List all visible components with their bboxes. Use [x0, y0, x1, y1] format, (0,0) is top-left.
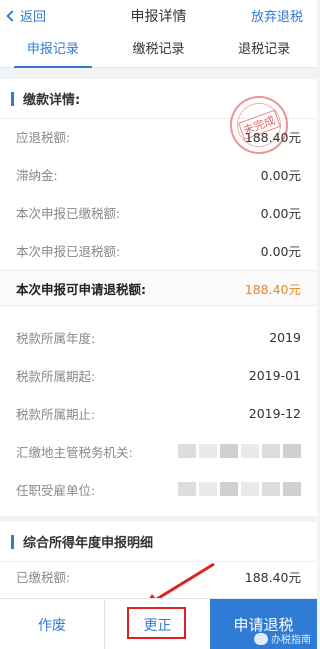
row-label: 汇缴地主管税务机关: [16, 444, 133, 460]
annual-section-title: 综合所得年度申报明细 [23, 536, 154, 551]
correct-button[interactable]: 更正 [105, 599, 210, 649]
row-label: 任职受雇单位: [16, 482, 96, 498]
row-label: 税款所属期止: [16, 406, 96, 422]
row-value: 188.40元 [244, 569, 301, 585]
row-value: 0.00元 [260, 243, 301, 259]
nav-bar: 返回 申报详情 放弃退税 [0, 0, 317, 34]
void-button[interactable]: 作废 [0, 599, 105, 649]
redacted-value [178, 444, 301, 458]
row-label: 税款所属年度: [16, 330, 96, 346]
row-tax-authority: 汇缴地主管税务机关: [0, 436, 317, 466]
tab-refund-records[interactable]: 退税记录 [211, 34, 317, 67]
row-label: 滞纳金: [16, 167, 58, 183]
section-marker [11, 534, 14, 549]
row-paid-this-time: 本次申报已缴税额: 0.00元 [0, 197, 317, 227]
apply-refund-button[interactable]: 申请退税 办税指南 [210, 599, 317, 649]
row-value: 0.00元 [260, 167, 301, 183]
row-refunded-this-time: 本次申报已退税额: 0.00元 [0, 235, 317, 265]
row-value: 188.40元 [244, 129, 301, 145]
row-refund-due: 应退税额: 188.40元 [0, 121, 317, 151]
row-employer: 任职受雇单位: [0, 474, 317, 504]
row-label: 本次申报可申请退税额: [16, 281, 146, 297]
row-value: 2019 [269, 329, 301, 345]
row-period-end: 税款所属期止: 2019-12 [0, 398, 317, 428]
watermark-text: 办税指南 [271, 635, 311, 646]
annual-section-header[interactable]: 综合所得年度申报明细 [0, 522, 317, 562]
wechat-icon [254, 632, 268, 645]
row-value: 0.00元 [260, 205, 301, 221]
row-tax-year: 税款所属年度: 2019 [0, 322, 317, 352]
row-label: 已缴税额: [16, 569, 71, 585]
section-marker [11, 91, 14, 106]
row-label: 本次申报已缴税额: [16, 205, 121, 221]
row-refundable-amount: 本次申报可申请退税额: 188.40元 [0, 270, 317, 306]
bottom-action-bar: 作废 更正 申请退税 办税指南 [0, 598, 317, 649]
row-value: 2019-01 [248, 367, 301, 383]
row-late-fee: 滞纳金: 0.00元 [0, 159, 317, 189]
abandon-refund-button[interactable]: 放弃退税 [251, 6, 303, 25]
row-label: 税款所属期起: [16, 368, 96, 384]
row-label: 应退税额: [16, 129, 71, 145]
row-label: 本次申报已退税额: [16, 243, 121, 259]
watermark: 办税指南 [254, 631, 311, 646]
tab-declaration-records[interactable]: 申报记录 [0, 34, 106, 68]
payment-section-title: 缴款详情: [23, 93, 81, 108]
redacted-value [178, 482, 301, 496]
row-value: 2019-12 [248, 405, 301, 421]
row-value: 188.40元 [244, 281, 301, 297]
row-period-start: 税款所属期起: 2019-01 [0, 360, 317, 390]
tab-payment-records[interactable]: 缴税记录 [106, 34, 212, 67]
tab-bar: 申报记录 缴税记录 退税记录 [0, 34, 317, 68]
annotation-highlight-box [127, 607, 186, 639]
